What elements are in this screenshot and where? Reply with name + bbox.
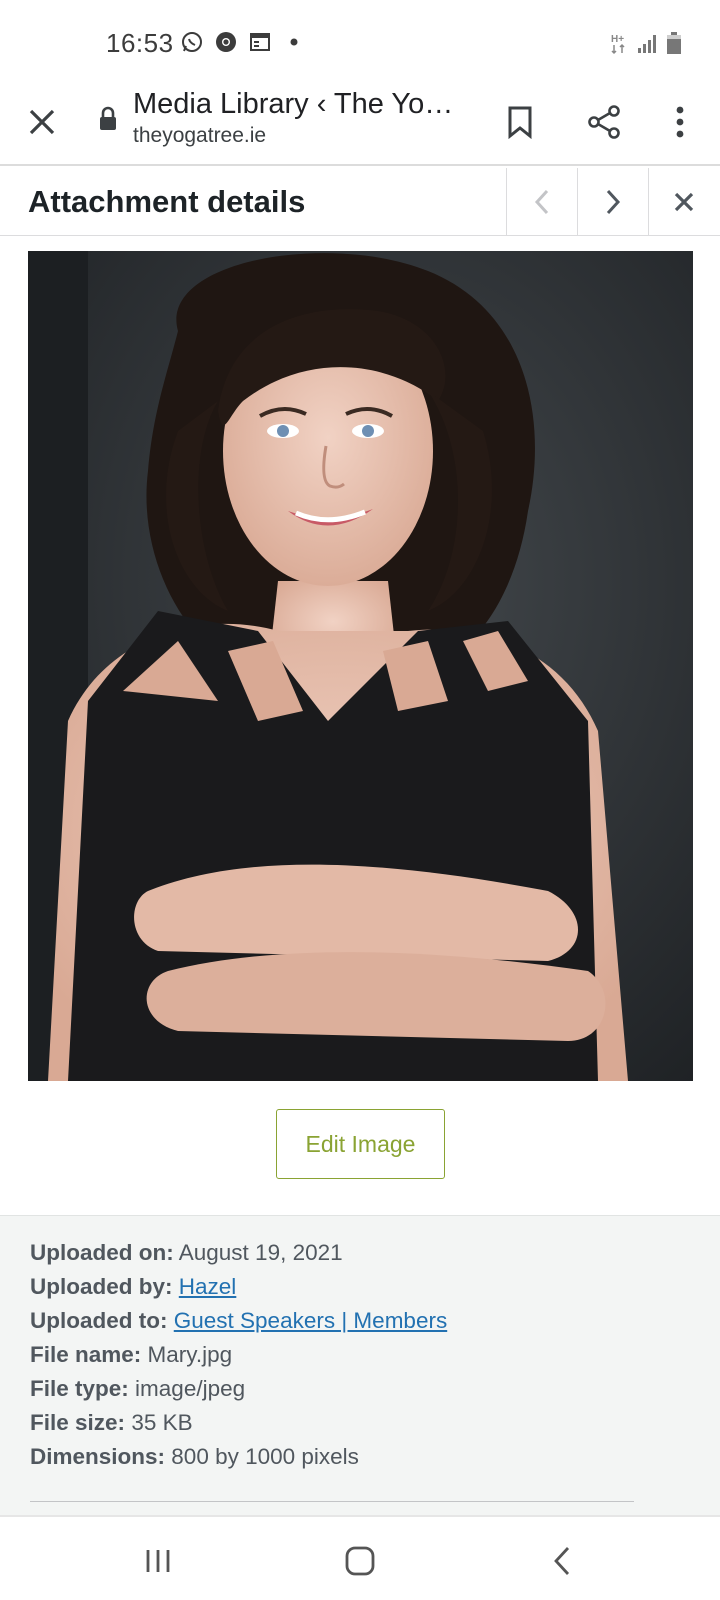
recent-apps-icon[interactable] [136,1539,180,1583]
whatsapp-icon [180,30,204,54]
details-list: Uploaded on: August 19, 2021 Uploaded by… [30,1236,447,1474]
calendar-icon [248,30,272,54]
close-modal-button[interactable] [648,168,719,236]
dimensions-value: 800 by 1000 pixels [171,1444,359,1469]
file-name-label: File name: [30,1342,142,1367]
lock-icon[interactable] [98,106,118,137]
edit-image-button[interactable]: Edit Image [276,1109,445,1179]
next-attachment-button[interactable] [577,168,648,236]
system-icons: H+ [610,31,682,60]
file-type-value: image/jpeg [135,1376,246,1401]
browser-toolbar: Media Library ‹ The Yo… theyogatree.ie [0,88,720,166]
uploaded-to-row: Uploaded to: Guest Speakers | Members [30,1304,447,1338]
dot-icon [282,30,306,54]
file-type-row: File type: image/jpeg [30,1372,447,1406]
uploaded-on-label: Uploaded on: [30,1240,174,1265]
status-bar: 16:53 H+ [0,0,720,88]
attachment-info-panel: Uploaded on: August 19, 2021 Uploaded by… [0,1215,720,1515]
page-title[interactable]: Media Library ‹ The Yo… [133,88,473,121]
file-name-value: Mary.jpg [147,1342,233,1367]
dimensions-label: Dimensions: [30,1444,166,1469]
details-divider [30,1501,634,1502]
attachment-title: Attachment details [28,184,306,219]
close-icon [674,192,694,212]
chevron-left-icon [534,189,549,215]
uploaded-by-label: Uploaded by: [30,1274,173,1299]
chevron-right-icon [606,189,621,215]
attachment-image [28,251,693,1081]
svg-text:H+: H+ [611,34,624,45]
file-size-row: File size: 35 KB [30,1406,447,1440]
back-icon[interactable] [540,1539,584,1583]
battery-icon [666,31,682,60]
android-navigation-bar [0,1515,720,1600]
page-url[interactable]: theyogatree.ie [133,124,266,148]
share-icon[interactable] [578,96,630,148]
uploaded-to-link[interactable]: Guest Speakers | Members [174,1308,447,1333]
file-size-value: 35 KB [131,1410,193,1435]
uploaded-on-row: Uploaded on: August 19, 2021 [30,1236,447,1270]
status-time: 16:53 [106,28,174,58]
chrome-icon [214,30,238,54]
bookmark-icon[interactable] [494,96,546,148]
close-tab-icon[interactable] [22,102,62,142]
file-size-label: File size: [30,1410,126,1435]
file-type-label: File type: [30,1376,129,1401]
home-icon[interactable] [338,1539,382,1583]
previous-attachment-button[interactable] [506,168,577,236]
signal-icon [636,32,658,59]
file-name-row: File name: Mary.jpg [30,1338,447,1372]
attachment-header: Attachment details [0,168,720,236]
more-menu-icon[interactable] [654,96,706,148]
notification-icons [180,30,306,54]
uploaded-to-label: Uploaded to: [30,1308,168,1333]
network-hplus-icon: H+ [610,31,628,60]
uploaded-on-value: August 19, 2021 [178,1240,343,1265]
dimensions-row: Dimensions: 800 by 1000 pixels [30,1440,447,1474]
uploaded-by-link[interactable]: Hazel [179,1274,237,1299]
uploaded-by-row: Uploaded by: Hazel [30,1270,447,1304]
